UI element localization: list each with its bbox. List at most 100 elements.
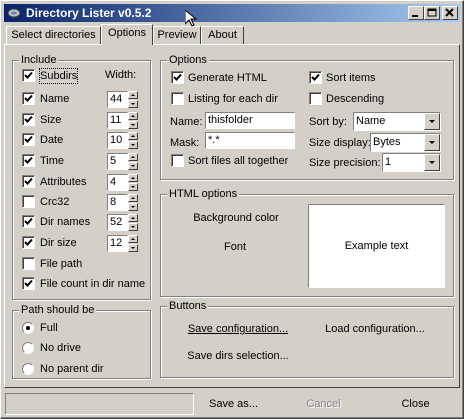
include-checkbox[interactable] xyxy=(22,277,35,290)
main-window: Directory Lister v0.5.2 Select directori… xyxy=(0,0,464,419)
width-value[interactable]: 5 xyxy=(107,153,128,170)
spin-down-icon[interactable] xyxy=(128,223,138,231)
spin-up-icon[interactable] xyxy=(128,194,138,202)
size-display-select[interactable]: Bytes xyxy=(370,133,441,152)
spin-up-icon[interactable] xyxy=(128,174,138,182)
sort-by-label: Sort by: xyxy=(309,116,347,128)
path-radio[interactable] xyxy=(22,363,34,375)
include-checkbox[interactable] xyxy=(22,257,35,270)
include-label: Crc32 xyxy=(40,196,70,208)
include-checkbox[interactable] xyxy=(22,69,35,82)
size-display-value: Bytes xyxy=(373,136,401,148)
minimize-button[interactable] xyxy=(408,6,424,20)
include-checkbox[interactable] xyxy=(22,175,35,188)
mask-label: Mask: xyxy=(170,137,200,149)
include-label: Attributes xyxy=(40,176,87,188)
load-configuration-button[interactable]: Load configuration... xyxy=(321,322,429,336)
checkmark-icon xyxy=(24,217,33,225)
path-radio[interactable] xyxy=(22,342,34,354)
include-label: Dir size xyxy=(40,237,77,249)
width-spinner[interactable]: 12 xyxy=(107,235,138,252)
generate-html-checkbox[interactable] xyxy=(171,71,184,84)
width-value[interactable]: 11 xyxy=(107,112,128,129)
font-button[interactable]: Font xyxy=(209,240,261,254)
include-label: Subdirs xyxy=(38,68,79,84)
include-checkbox[interactable] xyxy=(22,215,35,228)
include-checkbox[interactable] xyxy=(22,133,35,146)
checkmark-icon xyxy=(24,135,33,143)
spin-up-icon[interactable] xyxy=(128,132,138,140)
tab-preview[interactable]: Preview xyxy=(153,26,201,45)
include-checkbox[interactable] xyxy=(22,92,35,105)
save-as-button[interactable]: Save as... xyxy=(196,393,271,415)
size-precision-select[interactable]: 1 xyxy=(382,153,441,172)
include-label: File count in dir name xyxy=(40,278,146,290)
chevron-down-icon[interactable] xyxy=(424,134,440,151)
width-value[interactable]: 44 xyxy=(107,91,128,108)
checkmark-icon xyxy=(24,115,33,123)
spin-down-icon[interactable] xyxy=(128,183,138,191)
chevron-down-icon[interactable] xyxy=(424,113,440,130)
spin-down-icon[interactable] xyxy=(128,244,138,252)
background-color-button[interactable]: Background color xyxy=(185,211,287,225)
spin-up-icon[interactable] xyxy=(128,214,138,222)
width-spinner[interactable]: 4 xyxy=(107,174,138,191)
sort-by-select[interactable]: Name xyxy=(353,112,441,131)
sort-files-together-checkbox[interactable] xyxy=(171,154,184,167)
spin-up-icon[interactable] xyxy=(128,91,138,99)
spin-down-icon[interactable] xyxy=(128,100,138,108)
chevron-down-icon[interactable] xyxy=(424,154,440,171)
width-value[interactable]: 52 xyxy=(107,214,128,231)
spin-down-icon[interactable] xyxy=(128,121,138,129)
close-window-button[interactable] xyxy=(442,6,458,20)
spin-up-icon[interactable] xyxy=(128,112,138,120)
width-spinner[interactable]: 10 xyxy=(107,132,138,149)
include-checkbox[interactable] xyxy=(22,195,35,208)
app-icon xyxy=(7,8,21,18)
include-checkbox[interactable] xyxy=(22,236,35,249)
sort-items-checkbox[interactable] xyxy=(309,71,322,84)
include-label: Size xyxy=(40,114,62,126)
width-value[interactable]: 12 xyxy=(107,235,128,252)
example-text-preview: Example text xyxy=(308,204,445,288)
load-configuration-label: Load configuration... xyxy=(325,323,425,335)
title-bar[interactable]: Directory Lister v0.5.2 xyxy=(4,4,460,22)
width-spinner[interactable]: 8 xyxy=(107,194,138,211)
path-radio[interactable] xyxy=(22,322,34,334)
close-icon xyxy=(445,8,454,17)
include-checkbox[interactable] xyxy=(22,113,35,126)
mask-field[interactable]: *.* xyxy=(205,132,295,149)
spin-up-icon[interactable] xyxy=(128,153,138,161)
spin-down-icon[interactable] xyxy=(128,141,138,149)
width-value[interactable]: 10 xyxy=(107,132,128,149)
cancel-button[interactable]: Cancel xyxy=(286,393,361,415)
save-dirs-selection-button[interactable]: Save dirs selection... xyxy=(182,349,294,363)
width-spinner[interactable]: 52 xyxy=(107,214,138,231)
include-checkbox[interactable] xyxy=(22,154,35,167)
include-title: Include xyxy=(19,54,59,66)
spin-up-icon[interactable] xyxy=(128,235,138,243)
close-button[interactable]: Close xyxy=(378,393,453,415)
spin-down-icon[interactable] xyxy=(128,203,138,211)
width-spinner[interactable]: 11 xyxy=(107,112,138,129)
name-label: Name: xyxy=(170,116,203,128)
name-field[interactable]: thisfolder xyxy=(205,112,295,129)
save-configuration-button[interactable]: Save configuration... xyxy=(182,322,294,336)
descending-checkbox[interactable] xyxy=(309,92,322,105)
width-spinner[interactable]: 5 xyxy=(107,153,138,170)
width-spinner[interactable]: 44 xyxy=(107,91,138,108)
tab-options[interactable]: Options xyxy=(101,24,153,45)
size-precision-value: 1 xyxy=(385,156,392,168)
width-value[interactable]: 4 xyxy=(107,174,128,191)
spin-down-icon[interactable] xyxy=(128,162,138,170)
tab-about[interactable]: About xyxy=(201,26,244,45)
status-area xyxy=(5,393,194,415)
maximize-icon xyxy=(427,8,437,17)
listing-each-dir-checkbox[interactable] xyxy=(171,92,184,105)
tab-select-directories[interactable]: Select directories xyxy=(6,26,101,45)
maximize-button[interactable] xyxy=(424,6,440,20)
save-configuration-label: Save configuration... xyxy=(187,323,289,335)
buttons-title: Buttons xyxy=(167,300,209,312)
width-value[interactable]: 8 xyxy=(107,194,128,211)
sort-items-label: Sort items xyxy=(326,72,376,84)
